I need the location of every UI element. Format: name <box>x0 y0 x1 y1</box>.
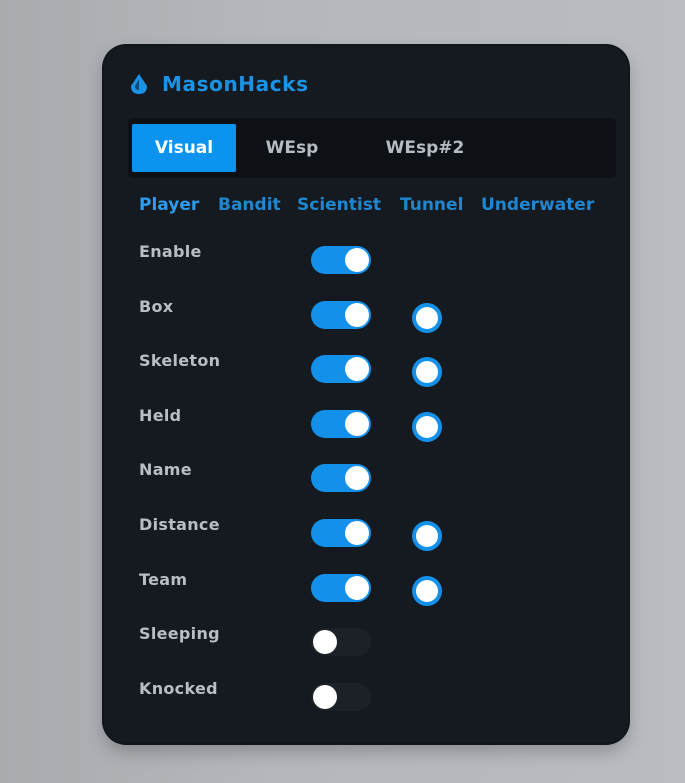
app-title: MasonHacks <box>162 72 309 96</box>
option-row-held: Held <box>139 400 599 455</box>
option-row-box: Box <box>139 291 599 346</box>
box-color-picker[interactable] <box>416 306 438 329</box>
option-row-team: Team <box>139 564 599 619</box>
option-label: Skeleton <box>139 351 221 371</box>
subtab-bandit[interactable]: Bandit <box>218 195 281 215</box>
option-label: Enable <box>139 242 202 261</box>
tab-wesp2[interactable]: WEsp#2 <box>380 124 470 172</box>
option-row-sleeping: Sleeping <box>139 618 599 673</box>
option-label: Team <box>139 569 188 589</box>
option-label: Knocked <box>139 678 218 698</box>
distance-color-picker[interactable] <box>416 524 438 547</box>
option-label: Box <box>139 296 174 316</box>
option-row-distance: Distance <box>139 509 599 564</box>
skeleton-toggle[interactable] <box>311 355 371 384</box>
water-drop-icon <box>131 74 147 94</box>
subtab-scientist[interactable]: Scientist <box>297 195 381 215</box>
toggle-knob <box>313 630 337 655</box>
option-label: Held <box>139 405 182 425</box>
option-label: Name <box>139 460 192 480</box>
option-row-knocked: Knocked <box>139 673 599 728</box>
name-toggle[interactable] <box>311 464 371 493</box>
subtab-tunnel[interactable]: Tunnel <box>400 195 463 215</box>
knocked-toggle[interactable] <box>311 682 371 711</box>
team-color-picker[interactable] <box>416 579 438 602</box>
toggle-knob <box>345 411 369 436</box>
toggle-knob <box>345 248 369 272</box>
option-row-skeleton: Skeleton <box>139 345 599 400</box>
options-list: Enable Box Skeleton Held Name Distance T… <box>139 236 599 727</box>
toggle-knob <box>345 302 369 327</box>
toggle-knob <box>345 466 369 491</box>
title-bar[interactable]: MasonHacks <box>128 70 309 98</box>
main-tab-bar: Visual WEsp WEsp#2 <box>128 118 616 178</box>
toggle-knob <box>345 520 369 545</box>
subtab-underwater[interactable]: Underwater <box>481 195 594 215</box>
option-row-enable: Enable <box>139 236 599 291</box>
cheat-menu-window: MasonHacks Visual WEsp WEsp#2 Player Ban… <box>104 46 628 743</box>
held-color-picker[interactable] <box>416 415 438 438</box>
tab-wesp[interactable]: WEsp <box>254 124 330 172</box>
sleeping-toggle[interactable] <box>311 628 371 657</box>
skeleton-color-picker[interactable] <box>416 361 438 384</box>
option-row-name: Name <box>139 454 599 509</box>
enable-toggle[interactable] <box>311 246 371 274</box>
toggle-knob <box>345 357 369 382</box>
option-label: Distance <box>139 514 220 534</box>
box-toggle[interactable] <box>311 300 371 329</box>
tab-visual[interactable]: Visual <box>132 124 236 172</box>
team-toggle[interactable] <box>311 573 371 602</box>
option-label: Sleeping <box>139 624 220 644</box>
distance-toggle[interactable] <box>311 518 371 547</box>
toggle-knob <box>345 575 369 600</box>
held-toggle[interactable] <box>311 409 371 438</box>
toggle-knob <box>313 684 337 709</box>
subtab-player[interactable]: Player <box>139 195 199 215</box>
